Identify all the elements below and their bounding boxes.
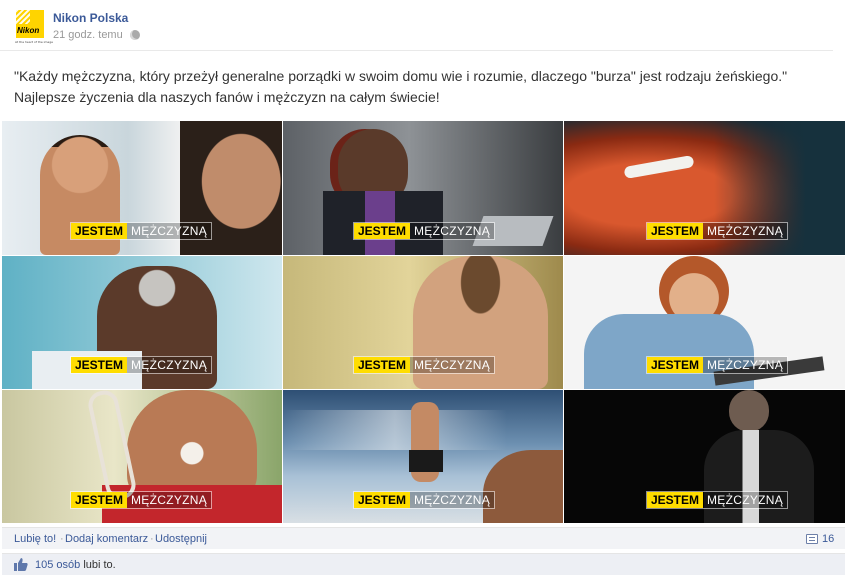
likes-summary: 105 osób lubi to. — [35, 559, 116, 571]
badge-mezczyzna: MĘŻCZYZNĄ — [703, 492, 788, 508]
photo-tile[interactable]: JESTEM MĘŻCZYZNĄ — [2, 390, 282, 523]
share-link[interactable]: Udostępnij — [155, 533, 207, 545]
comment-count[interactable]: 16 — [822, 533, 834, 545]
photo-tile[interactable]: JESTEM MĘŻCZYZNĄ — [283, 390, 563, 523]
comment-icon[interactable] — [806, 534, 818, 544]
post-action-bar: Lubię to! · Dodaj komentarz · Udostępnij… — [2, 527, 845, 549]
post-text: "Każdy mężczyzna, który przeżył generaln… — [14, 66, 844, 108]
badge-mezczyzna: MĘŻCZYZNĄ — [703, 357, 788, 373]
action-separator: · — [60, 533, 64, 545]
photo-tile[interactable]: JESTEM MĘŻCZYZNĄ — [283, 256, 563, 389]
badge-mezczyzna: MĘŻCZYZNĄ — [410, 492, 495, 508]
photo-tile[interactable]: JESTEM MĘŻCZYZNĄ — [2, 256, 282, 389]
post-text-line-2: Najlepsze życzenia dla naszych fanów i m… — [14, 89, 440, 105]
badge-jestem: JESTEM — [354, 357, 411, 373]
globe-icon[interactable] — [130, 30, 140, 40]
header-divider — [0, 50, 833, 51]
likes-bar: 105 osób lubi to. — [2, 553, 845, 575]
likes-count-link[interactable]: 105 osób — [35, 559, 80, 571]
nikon-logo-text: Nikon — [17, 26, 40, 35]
post-text-line-1: "Każdy mężczyzna, który przeżył generaln… — [14, 68, 788, 84]
badge-jestem: JESTEM — [71, 492, 128, 508]
photo-tile[interactable]: JESTEM MĘŻCZYZNĄ — [564, 121, 845, 255]
nikon-logo-avatar[interactable]: Nikon At the heart of the image — [14, 10, 53, 46]
add-comment-link[interactable]: Dodaj komentarz — [65, 533, 148, 545]
badge-jestem: JESTEM — [354, 492, 411, 508]
badge-mezczyzna: MĘŻCZYZNĄ — [127, 223, 212, 239]
photo-tile[interactable]: JESTEM MĘŻCZYZNĄ — [564, 256, 845, 389]
badge-jestem: JESTEM — [354, 223, 411, 239]
badge-jestem: JESTEM — [647, 357, 704, 373]
post-timestamp[interactable]: 21 godz. temu — [53, 29, 123, 41]
badge-jestem: JESTEM — [71, 223, 128, 239]
thumbs-up-icon — [14, 558, 28, 571]
page-name-link[interactable]: Nikon Polska — [53, 11, 128, 25]
badge-jestem: JESTEM — [71, 357, 128, 373]
badge-mezczyzna: MĘŻCZYZNĄ — [127, 492, 212, 508]
photo-tile[interactable]: JESTEM MĘŻCZYZNĄ — [564, 390, 845, 523]
nikon-logo-tagline: At the heart of the image — [15, 40, 54, 44]
photo-collage[interactable]: JESTEM MĘŻCZYZNĄ JESTEM MĘŻCZYZNĄ JESTEM… — [2, 121, 845, 523]
badge-jestem: JESTEM — [647, 492, 704, 508]
badge-mezczyzna: MĘŻCZYZNĄ — [127, 357, 212, 373]
badge-jestem: JESTEM — [647, 223, 704, 239]
badge-mezczyzna: MĘŻCZYZNĄ — [410, 223, 495, 239]
badge-mezczyzna: MĘŻCZYZNĄ — [410, 357, 495, 373]
likes-suffix: lubi to. — [80, 559, 116, 571]
like-link[interactable]: Lubię to! — [14, 533, 56, 545]
action-separator: · — [150, 533, 154, 545]
badge-mezczyzna: MĘŻCZYZNĄ — [703, 223, 788, 239]
photo-tile[interactable]: JESTEM MĘŻCZYZNĄ — [283, 121, 563, 255]
photo-tile[interactable]: JESTEM MĘŻCZYZNĄ — [2, 121, 282, 255]
